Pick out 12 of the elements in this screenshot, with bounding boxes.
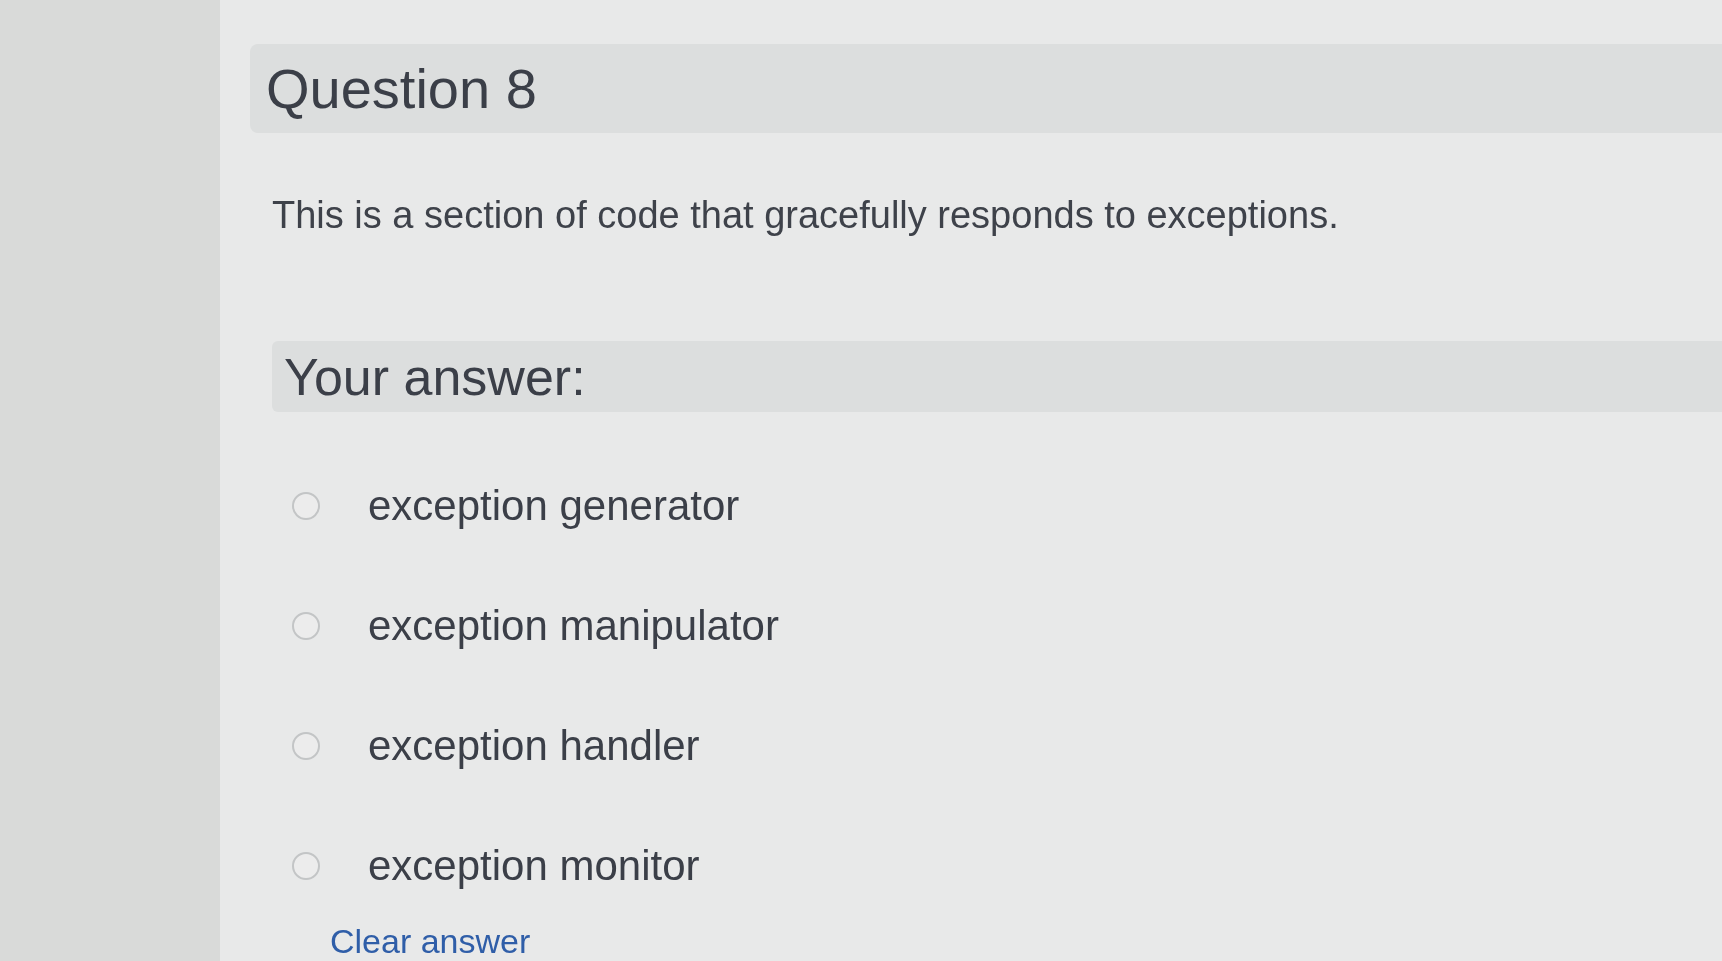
question-title: Question 8 xyxy=(266,56,537,122)
clear-answer-link[interactable]: Clear answer xyxy=(330,921,531,961)
option-label[interactable]: exception handler xyxy=(368,722,700,770)
question-text: This is a section of code that gracefully responds to exceptions. xyxy=(272,193,1340,239)
answer-label: Your answer: xyxy=(284,346,586,407)
option-label[interactable]: exception monitor xyxy=(368,842,700,890)
radio-button[interactable] xyxy=(292,612,320,640)
option-label[interactable]: exception manipulator xyxy=(368,602,779,650)
radio-button[interactable] xyxy=(292,732,320,760)
option-label[interactable]: exception generator xyxy=(368,482,740,530)
radio-button[interactable] xyxy=(292,852,320,880)
radio-button[interactable] xyxy=(292,492,320,520)
